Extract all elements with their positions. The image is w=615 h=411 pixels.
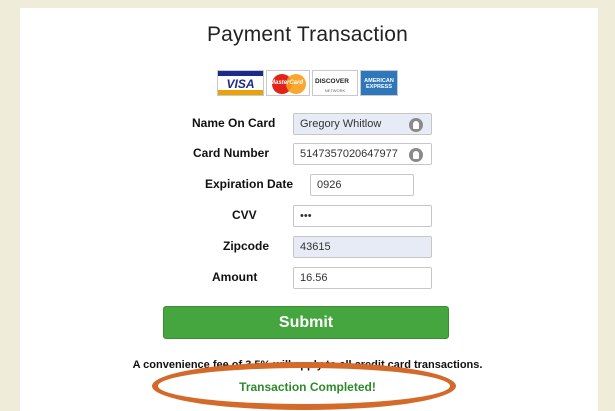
name-on-card-input[interactable]: Gregory Whitlow: [293, 113, 432, 135]
amount-row: Amount 16.56: [0, 267, 615, 291]
zipcode-label: Zipcode: [223, 239, 270, 253]
card-number-label: Card Number: [193, 146, 270, 160]
submit-button[interactable]: Submit: [163, 306, 449, 339]
cvv-label: CVV: [232, 208, 257, 222]
visa-logo-text: VISA: [226, 77, 255, 91]
card-number-row: Card Number 5147357020647977: [0, 143, 615, 167]
zipcode-row: Zipcode 43615: [0, 236, 615, 260]
accepted-cards: VISA MasterCard DISCOVER NETWORK AMERICA…: [217, 70, 398, 96]
autofill-key-icon[interactable]: [409, 148, 423, 162]
mastercard-logo-text: MasterCard: [270, 80, 304, 86]
autofill-key-icon[interactable]: [409, 118, 423, 132]
cvv-input[interactable]: •••: [293, 205, 432, 227]
expiration-date-input[interactable]: 0926: [310, 174, 414, 196]
zipcode-input[interactable]: 43615: [293, 236, 432, 258]
amount-input[interactable]: 16.56: [293, 267, 432, 289]
card-number-input[interactable]: 5147357020647977: [293, 143, 432, 165]
amex-logo-text: AMERICAN EXPRESS: [364, 78, 394, 90]
name-on-card-row: Name On Card Gregory Whitlow: [0, 113, 615, 137]
visa-logo-icon: VISA: [217, 70, 264, 96]
amex-logo-icon: AMERICAN EXPRESS: [360, 70, 398, 96]
highlight-ellipse: [152, 362, 456, 410]
expiration-date-label: Expiration Date: [205, 177, 294, 191]
amount-value: 16.56: [300, 272, 328, 284]
expiration-date-row: Expiration Date 0926: [0, 174, 615, 198]
cvv-value: •••: [300, 210, 312, 222]
name-on-card-value: Gregory Whitlow: [300, 118, 382, 130]
discover-logo-subtext: NETWORK: [324, 88, 346, 93]
expiration-date-value: 0926: [317, 179, 342, 191]
discover-logo-icon: DISCOVER NETWORK: [312, 70, 358, 96]
card-number-value: 5147357020647977: [300, 148, 398, 160]
cvv-row: CVV •••: [0, 205, 615, 229]
mastercard-logo-icon: MasterCard: [266, 70, 310, 96]
discover-logo-text: DISCOVER: [315, 78, 349, 85]
name-on-card-label: Name On Card: [192, 116, 276, 130]
amount-label: Amount: [212, 270, 258, 284]
page-title: Payment Transaction: [206, 23, 409, 46]
zipcode-value: 43615: [300, 241, 331, 253]
